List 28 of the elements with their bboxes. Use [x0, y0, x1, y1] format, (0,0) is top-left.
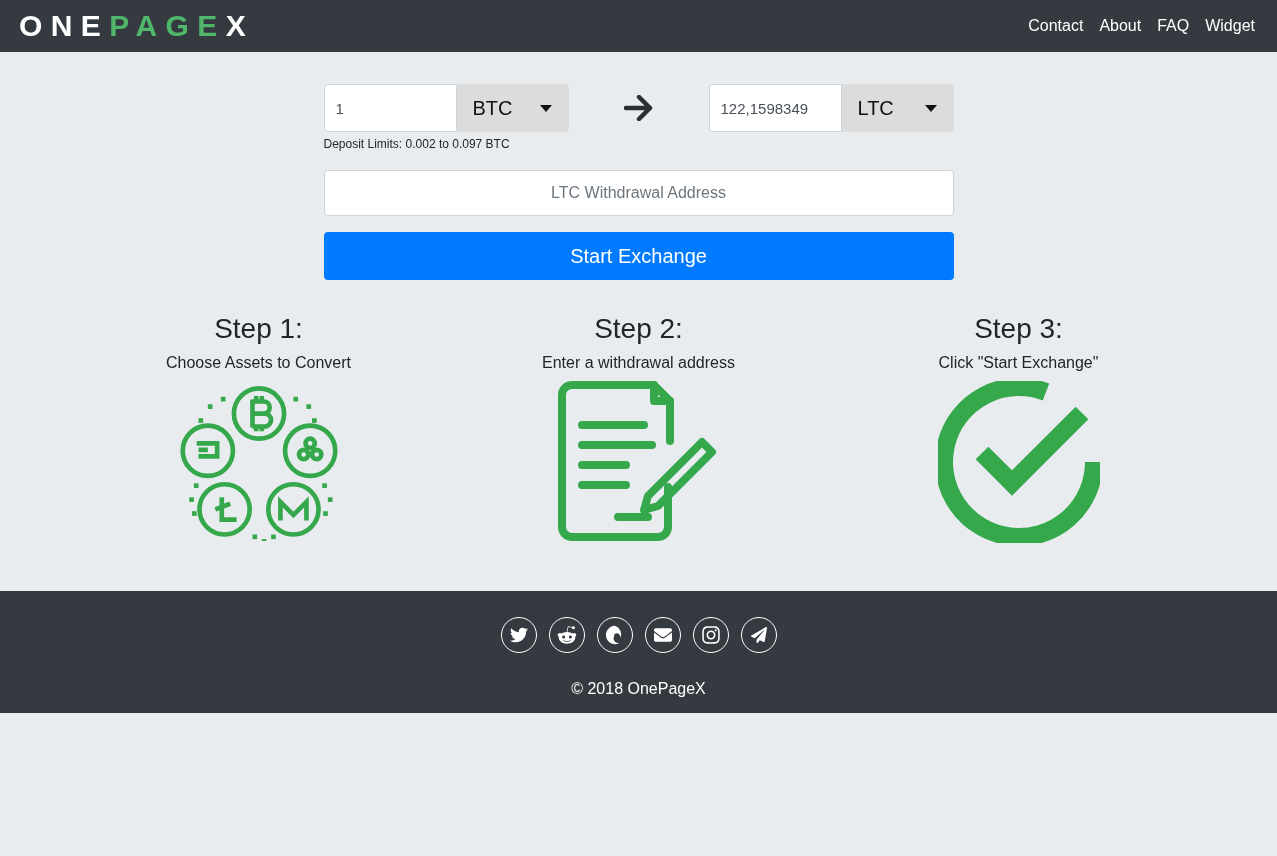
nav-link[interactable]: Widget [1205, 14, 1255, 38]
amount-field[interactable]: 1 [323, 84, 457, 132]
deposit-limits-text: Deposit Limits: 0.002 to 0.097 BTC [323, 136, 511, 153]
nav-link[interactable]: FAQ [1157, 14, 1190, 38]
currency-dropdown[interactable]: LTC [841, 84, 954, 132]
bird-icon [509, 625, 528, 644]
step-title: Step 3: [974, 312, 1063, 346]
step-description: Click "Start Exchange" [938, 352, 1099, 373]
checkmark-circle-icon [937, 380, 1100, 543]
caret-icon [924, 104, 937, 112]
step-title: Step 1: [214, 312, 303, 346]
camera-icon [700, 624, 721, 645]
mail-icon [653, 625, 672, 644]
caret-icon [539, 104, 552, 112]
copyright-text: © 2018 OnePageX [571, 678, 706, 699]
logo[interactable]: ONE PAGE X [19, 11, 255, 41]
nav-link[interactable]: Contact [1028, 14, 1084, 38]
step-title: Step 2: [594, 312, 683, 346]
paper-plane-icon [750, 626, 767, 643]
currency-dropdown[interactable]: BTC [456, 84, 569, 132]
address-field[interactable]: LTC Withdrawal Address [323, 170, 954, 216]
step-description: Enter a withdrawal address [542, 352, 735, 373]
amount-field[interactable]: 122,1598349 [708, 84, 842, 132]
step-description: Choose Assets to Convert [166, 352, 351, 373]
alien-icon [556, 624, 577, 645]
nav-link[interactable]: About [1099, 14, 1142, 38]
start-exchange-button[interactable]: Start Exchange [323, 232, 954, 280]
arrow-right-icon [623, 95, 654, 121]
